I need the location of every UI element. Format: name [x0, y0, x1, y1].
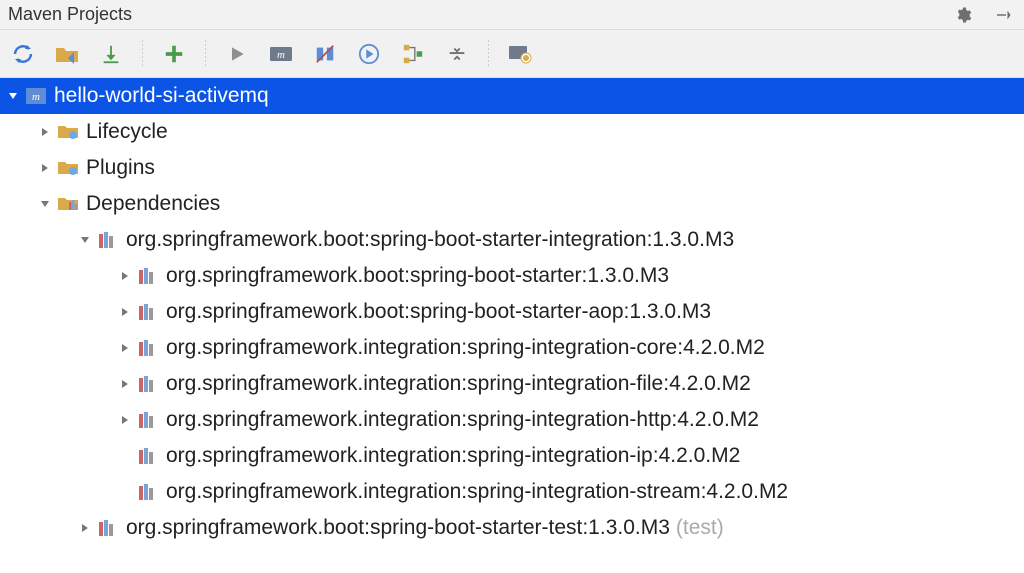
tree-label: Dependencies	[86, 192, 220, 216]
expand-arrow-right-icon[interactable]	[118, 378, 132, 390]
generate-sources-button[interactable]	[54, 41, 80, 67]
expand-arrow-right-icon[interactable]	[78, 522, 92, 534]
panel-title: Maven Projects	[8, 4, 950, 25]
tree-node-lifecycle[interactable]: Lifecycle	[0, 114, 1024, 150]
show-deps-button[interactable]	[400, 41, 426, 67]
maven-module-icon: m	[26, 87, 46, 105]
tree-label: org.springframework.boot:spring-boot-sta…	[126, 516, 670, 540]
library-icon	[138, 447, 158, 465]
toggle-offline-button[interactable]	[312, 41, 338, 67]
tree-label: Plugins	[86, 156, 155, 180]
expand-arrow-right-icon[interactable]	[38, 162, 52, 174]
tree-node-dependency[interactable]: org.springframework.integration:spring-i…	[0, 474, 1024, 510]
tree-label: org.springframework.boot:spring-boot-sta…	[166, 264, 669, 288]
tree-label: org.springframework.integration:spring-i…	[166, 444, 740, 468]
gear-icon[interactable]	[950, 2, 976, 28]
collapse-all-button[interactable]	[444, 41, 470, 67]
expand-arrow-right-icon[interactable]	[118, 342, 132, 354]
toolbar-separator	[142, 40, 143, 68]
expand-arrow-down-icon[interactable]	[6, 90, 20, 102]
library-icon	[138, 411, 158, 429]
tree-node-plugins[interactable]: Plugins	[0, 150, 1024, 186]
svg-text:m: m	[32, 91, 40, 103]
tree-node-dependency[interactable]: org.springframework.boot:spring-boot-sta…	[0, 222, 1024, 258]
tree-node-dependency[interactable]: org.springframework.integration:spring-i…	[0, 330, 1024, 366]
tree-label: org.springframework.integration:spring-i…	[166, 480, 788, 504]
maven-settings-button[interactable]	[507, 41, 533, 67]
tree-node-dependency[interactable]: org.springframework.integration:spring-i…	[0, 366, 1024, 402]
expand-arrow-down-icon[interactable]	[78, 234, 92, 246]
tree-label: Lifecycle	[86, 120, 168, 144]
svg-text:m: m	[277, 49, 285, 61]
tree-root-project[interactable]: m hello-world-si-activemq	[0, 78, 1024, 114]
expand-arrow-right-icon[interactable]	[118, 306, 132, 318]
folder-gear-icon	[58, 123, 78, 141]
tree-label: org.springframework.integration:spring-i…	[166, 336, 765, 360]
folder-gear-icon	[58, 159, 78, 177]
download-button[interactable]	[98, 41, 124, 67]
titlebar: Maven Projects	[0, 0, 1024, 30]
run-button[interactable]	[224, 41, 250, 67]
refresh-button[interactable]	[10, 41, 36, 67]
tree-node-dependency[interactable]: org.springframework.integration:spring-i…	[0, 438, 1024, 474]
library-icon	[138, 339, 158, 357]
library-icon	[138, 375, 158, 393]
expand-arrow-right-icon[interactable]	[38, 126, 52, 138]
library-icon	[98, 519, 118, 537]
maven-tree[interactable]: m hello-world-si-activemq Lifecycle Plug…	[0, 78, 1024, 573]
add-button[interactable]	[161, 41, 187, 67]
library-icon	[98, 231, 118, 249]
hide-icon[interactable]	[990, 2, 1016, 28]
run-maven-button[interactable]: m	[268, 41, 294, 67]
tree-node-dependency[interactable]: org.springframework.boot:spring-boot-sta…	[0, 294, 1024, 330]
library-icon	[138, 303, 158, 321]
toolbar-separator	[488, 40, 489, 68]
expand-arrow-down-icon[interactable]	[38, 198, 52, 210]
execute-goal-button[interactable]	[356, 41, 382, 67]
tree-label: org.springframework.integration:spring-i…	[166, 372, 751, 396]
tree-label: org.springframework.boot:spring-boot-sta…	[126, 228, 734, 252]
toolbar: m	[0, 30, 1024, 78]
library-icon	[138, 267, 158, 285]
expand-arrow-right-icon[interactable]	[118, 414, 132, 426]
folder-bars-icon	[58, 195, 78, 213]
maven-projects-panel: Maven Projects m	[0, 0, 1024, 573]
tree-node-dependency[interactable]: org.springframework.integration:spring-i…	[0, 402, 1024, 438]
library-icon	[138, 483, 158, 501]
tree-label: org.springframework.integration:spring-i…	[166, 408, 759, 432]
tree-label: org.springframework.boot:spring-boot-sta…	[166, 300, 711, 324]
tree-node-dependency[interactable]: org.springframework.boot:spring-boot-sta…	[0, 510, 1024, 546]
toolbar-separator	[205, 40, 206, 68]
tree-node-dependency[interactable]: org.springframework.boot:spring-boot-sta…	[0, 258, 1024, 294]
tree-node-dependencies[interactable]: Dependencies	[0, 186, 1024, 222]
tree-label: hello-world-si-activemq	[54, 84, 269, 108]
titlebar-actions	[950, 2, 1016, 28]
dependency-scope: (test)	[676, 516, 724, 540]
expand-arrow-right-icon[interactable]	[118, 270, 132, 282]
